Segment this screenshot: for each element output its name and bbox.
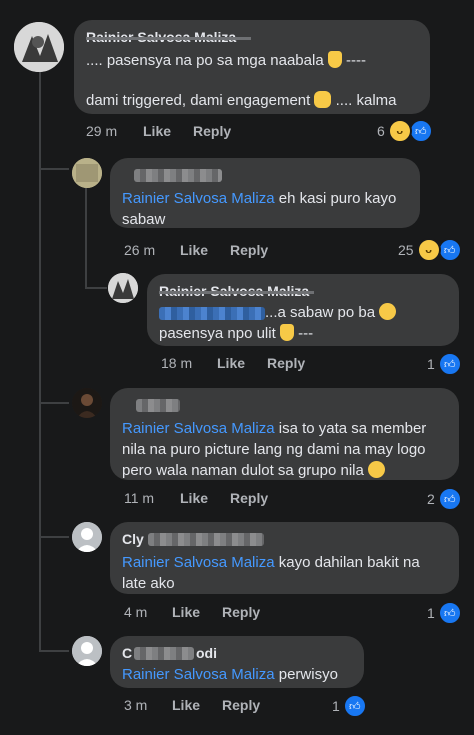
timestamp[interactable]: 3 m [124, 697, 147, 713]
clap-emoji-icon [314, 91, 332, 108]
avatar[interactable] [72, 388, 102, 418]
avatar[interactable] [108, 273, 138, 303]
comment-author[interactable]: C odi [122, 644, 352, 662]
default-user-icon [72, 522, 102, 552]
reply-button[interactable]: Reply [222, 604, 260, 620]
reaction-summary[interactable]: 25 ᴗ 👍︎ [398, 238, 462, 262]
like-reaction-icon: 👍︎ [437, 487, 462, 511]
laughing-emoji-icon [368, 461, 385, 478]
mention-link[interactable]: Rainier Salvosa Maliza [122, 190, 275, 207]
comment-text: Rainier Salvosa Maliza isa to yata sa me… [122, 420, 427, 479]
avatar[interactable] [72, 158, 102, 188]
reply-button[interactable]: Reply [230, 242, 268, 258]
comment-text: Rainier Salvosa Maliza eh kasi puro kayo… [122, 190, 397, 228]
comment-bubble: Rainier Salvosa Maliza isa to yata sa me… [110, 388, 459, 480]
comment-text: Rainier Salvosa Maliza perwisyo [122, 666, 338, 683]
reply-button[interactable]: Reply [193, 123, 231, 139]
like-button[interactable]: Like [143, 123, 171, 139]
author-name-blurred [134, 169, 222, 182]
like-reaction-icon: 👍︎ [437, 238, 462, 262]
reaction-summary[interactable]: 2 👍︎ [427, 487, 462, 511]
thread-line-main [39, 66, 41, 651]
like-reaction-icon: 👍︎ [342, 694, 367, 718]
comment-author[interactable]: Rainier Salvosa Maliza [86, 28, 418, 46]
thread-line-branch-4 [39, 650, 69, 652]
like-button[interactable]: Like [180, 490, 208, 506]
comment-author[interactable] [122, 166, 408, 184]
comment-text: dami triggered, dami engagement .... kal… [86, 91, 397, 109]
mention-link[interactable]: Rainier Salvosa Maliza [122, 420, 275, 437]
default-user-icon [72, 636, 102, 666]
thread-line-branch-3 [39, 536, 69, 538]
mention-link-blurred[interactable] [159, 306, 265, 320]
like-button[interactable]: Like [172, 697, 200, 713]
reply-button[interactable]: Reply [222, 697, 260, 713]
thread-line-branch-1 [39, 168, 69, 170]
like-button[interactable]: Like [172, 604, 200, 620]
comment-text: ...a sabaw po ba [159, 302, 447, 323]
author-name-blurred [134, 647, 194, 660]
like-reaction-icon: 👍︎ [437, 601, 462, 625]
reaction-count: 1 [427, 605, 435, 621]
author-strike [86, 37, 251, 40]
peace-emoji-icon [279, 324, 294, 341]
avatar[interactable] [14, 22, 64, 72]
haha-reaction-icon: ᴗ [416, 238, 441, 262]
comment-text: Rainier Salvosa Maliza kayo dahilan baki… [122, 554, 420, 592]
reaction-summary[interactable]: 1 👍︎ [427, 352, 462, 376]
timestamp[interactable]: 11 m [124, 490, 154, 506]
timestamp[interactable]: 29 m [86, 123, 117, 139]
reaction-count: 6 [377, 123, 385, 139]
timestamp[interactable]: 18 m [161, 355, 192, 371]
author-name-blurred [148, 533, 264, 546]
avatar[interactable] [72, 522, 102, 552]
reaction-count: 25 [398, 242, 414, 258]
comment-bubble: Rainier Salvosa Maliza .... pasensya na … [74, 20, 430, 114]
user-photo-icon [108, 273, 138, 303]
user-photo-icon [72, 388, 102, 418]
comment-author[interactable] [122, 396, 447, 414]
reply-button[interactable]: Reply [267, 355, 305, 371]
like-reaction-icon: 👍︎ [437, 352, 462, 376]
comment-text: pasensya npo ulit --- [159, 324, 314, 342]
timestamp[interactable]: 4 m [124, 604, 147, 620]
comment-bubble: C odi Rainier Salvosa Maliza perwisyo [110, 636, 364, 688]
comment-text: .... pasensya na po sa mga naabala ---- [86, 51, 366, 69]
thread-line-branch-sub [85, 287, 107, 289]
thread-line-sub [85, 188, 87, 288]
reaction-count: 1 [427, 356, 435, 372]
reaction-summary[interactable]: 1 👍︎ [332, 694, 367, 718]
user-photo-icon [14, 22, 64, 72]
timestamp[interactable]: 26 m [124, 242, 155, 258]
comment-bubble: Rainier Salvosa Maliza eh kasi puro kayo… [110, 158, 420, 228]
reaction-count: 1 [332, 698, 340, 714]
haha-reaction-icon: ᴗ [387, 119, 412, 143]
comment-author[interactable]: Cly [122, 530, 447, 548]
reply-button[interactable]: Reply [230, 490, 268, 506]
avatar[interactable] [72, 636, 102, 666]
thread-line-branch-2 [39, 402, 69, 404]
comment-bubble: Rainier Salvosa Maliza ...a sabaw po ba … [147, 274, 459, 346]
comment-author[interactable]: Rainier Salvosa Maliza [159, 282, 447, 300]
like-button[interactable]: Like [217, 355, 245, 371]
author-name-blurred [136, 399, 180, 412]
reaction-count: 2 [427, 491, 435, 507]
reaction-summary[interactable]: 6 ᴗ 👍︎ [377, 119, 433, 143]
author-name-tail: odi [196, 645, 217, 661]
like-reaction-icon: 👍︎ [408, 119, 433, 143]
thinking-emoji-icon [379, 303, 397, 320]
author-strike [159, 291, 314, 294]
peace-emoji-icon [327, 51, 342, 68]
comment-bubble: Cly Rainier Salvosa Maliza kayo dahilan … [110, 522, 459, 594]
mention-link[interactable]: Rainier Salvosa Maliza [122, 666, 275, 683]
mention-link[interactable]: Rainier Salvosa Maliza [122, 554, 275, 571]
like-button[interactable]: Like [180, 242, 208, 258]
user-photo-icon [72, 158, 102, 188]
reaction-summary[interactable]: 1 👍︎ [427, 601, 462, 625]
